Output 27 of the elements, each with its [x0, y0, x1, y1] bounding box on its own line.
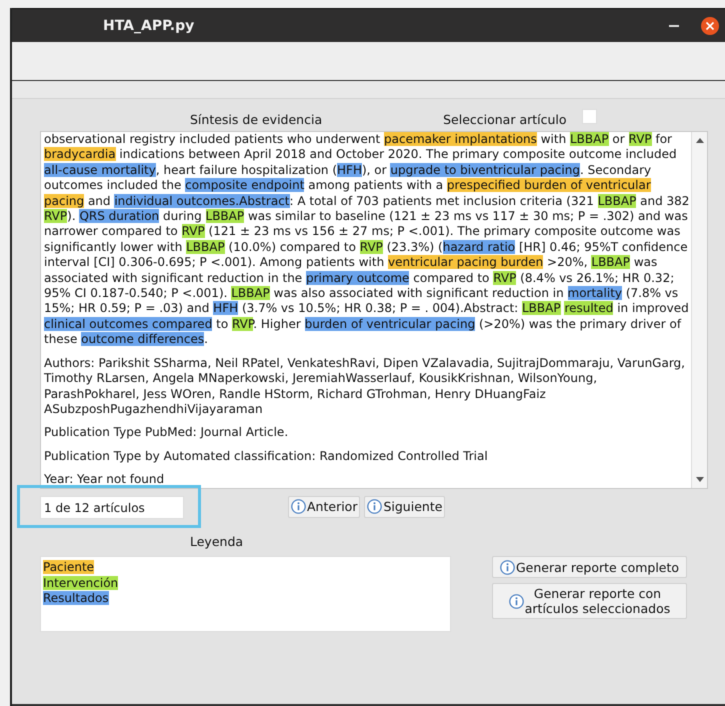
legend-item: Intervención: [43, 576, 118, 590]
report-button[interactable]: Generar reporte con artículos seleccionados: [492, 583, 687, 619]
article-detail-text: Publication Type by Automated classification: Randomized Controlled Trial: [44, 448, 489, 464]
info-icon: [500, 560, 515, 574]
legend-item: Resultados: [43, 591, 109, 605]
info-icon: [291, 499, 306, 514]
checkbox-label: Seleccionar artículo: [443, 112, 567, 126]
article-detail-text: Authors: Parikshit SSharma, Neil RPatel, VenkateshRavi, Dipen VZalavadia, SujitrajDommaraju, VarunGarg, Timothy RLarsen, Angela MNaperkowski, JeremiahWasserlauf, KousikKrishnan, WilsonYoung, ParashPokharel, Jess WOren, Randle HStorm, Richard GTrohman, Henry DHuangFaiz ASubzposhPugazhendhiVijayaraman: [44, 356, 686, 418]
legend-label: Leyenda: [190, 533, 244, 551]
legend-item: Paciente: [43, 560, 94, 574]
nav-button[interactable]: Siguiente: [364, 496, 446, 518]
close-icon[interactable]: [701, 16, 719, 34]
report-button[interactable]: Generar reporte completo: [492, 556, 687, 578]
article-text-area[interactable]: [40, 131, 708, 489]
article-detail-text: Year: Year not found: [44, 472, 166, 488]
section-label: Síntesis de evidencia: [190, 112, 322, 126]
nav-button[interactable]: Anterior: [288, 496, 360, 518]
info-icon: [508, 594, 524, 608]
select-checkbox[interactable]: [582, 108, 597, 124]
info-icon: [367, 499, 382, 514]
scroll-up-icon[interactable]: [696, 138, 704, 143]
minimize-icon[interactable]: [669, 24, 679, 28]
scrollbar[interactable]: [691, 132, 707, 488]
article-detail-text: Publication Type PubMed: Journal Article.: [44, 425, 290, 441]
scroll-down-icon[interactable]: [696, 477, 704, 482]
window-title: HTA_APP.py: [103, 18, 196, 34]
article-counter-field[interactable]: 1 de 12 artículos: [40, 496, 184, 519]
